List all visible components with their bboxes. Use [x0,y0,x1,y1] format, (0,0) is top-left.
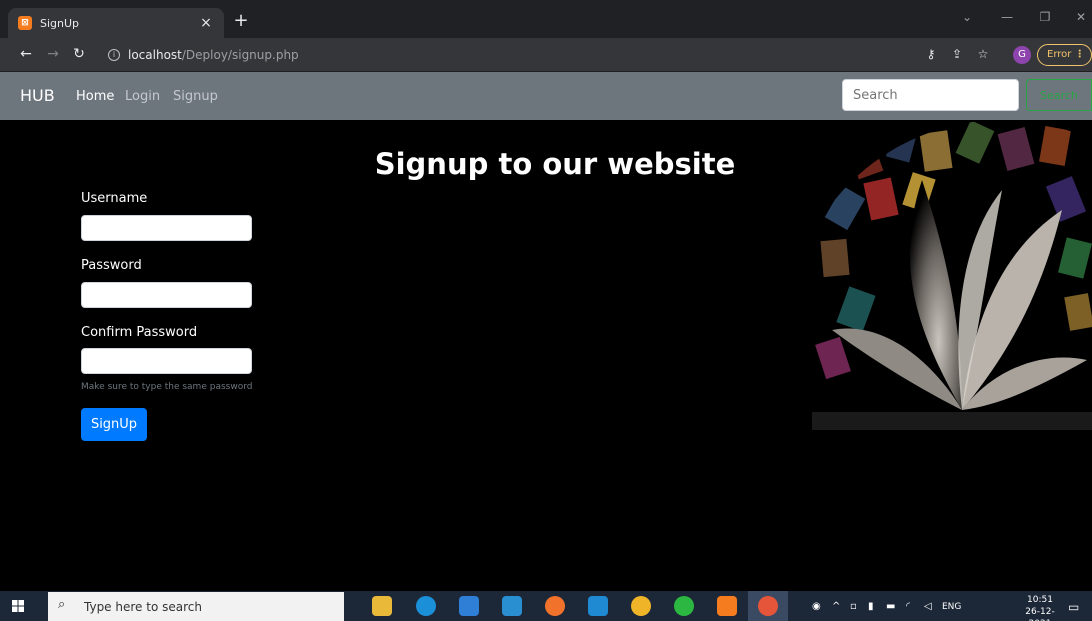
chrome-menu-icon: ⋮ [1074,49,1085,60]
minimize-icon[interactable]: — [998,10,1016,24]
confirm-password-label: Confirm Password [81,325,198,340]
brand-logo[interactable]: HUB [20,86,55,106]
volume-tray-icon[interactable]: ◁ [924,600,932,614]
taskbar-clock[interactable]: 10:51 26-12-2021 [1018,594,1062,621]
whatsapp-icon[interactable] [674,596,694,616]
taskbar-search-placeholder: Type here to search [84,600,202,614]
language-indicator[interactable]: ENG [942,600,961,614]
password-input[interactable] [81,282,252,308]
back-icon[interactable]: ← [18,46,34,62]
reload-icon[interactable]: ↻ [71,46,87,62]
url-host: localhost [128,48,182,62]
browser-toolbar: ← → ↻ i localhost/Deploy/signup.php ⚷ ⇪ … [0,38,1092,72]
vscode-icon[interactable] [588,596,608,616]
browser-tabstrip: ⊠ SignUp × + ⌄ — ❐ ✕ [0,0,1092,38]
restore-icon[interactable]: ❐ [1036,10,1054,24]
clock-time: 10:51 [1027,595,1053,605]
onedrive-tray-icon[interactable]: ▫ [850,600,857,614]
username-input[interactable] [81,215,252,241]
search-input[interactable] [842,79,1019,111]
xampp-favicon-icon: ⊠ [18,16,32,30]
signup-button[interactable]: SignUp [81,408,147,441]
new-tab-icon[interactable]: + [232,12,250,30]
wifi-tray-icon[interactable]: ◜ [906,600,910,614]
site-info-icon[interactable]: i [108,49,120,61]
password-label: Password [81,258,142,273]
tab-close-icon[interactable]: × [198,16,214,30]
show-hidden-icons-icon[interactable]: ^ [832,600,840,614]
nav-link-login[interactable]: Login [125,88,160,106]
mail-icon[interactable] [502,596,522,616]
edge-icon[interactable] [416,596,436,616]
microsoft-store-icon[interactable] [459,596,479,616]
password-help-text: Make sure to type the same password [81,382,253,392]
username-label: Username [81,191,148,206]
key-icon[interactable]: ⚷ [924,47,938,61]
confirm-password-input[interactable] [81,348,252,374]
chrome-active-icon[interactable] [758,596,778,616]
forward-icon[interactable]: → [45,46,61,62]
battery-tray-icon[interactable]: ▬ [886,600,895,614]
profile-avatar[interactable]: G [1013,46,1031,64]
firefox-icon[interactable] [545,596,565,616]
notifications-icon[interactable]: ▭ [1068,600,1079,614]
help-tray-icon[interactable]: ◉ [812,600,821,614]
file-explorer-icon[interactable] [372,596,392,616]
open-book-collage-image [812,120,1092,430]
url-path: /Deploy/signup.php [181,48,299,62]
xampp-icon[interactable] [717,596,737,616]
nav-link-home[interactable]: Home [76,88,114,106]
browser-tab-signup[interactable]: ⊠ SignUp × [8,8,224,38]
search-magnifier-icon: ⌕ [58,597,66,612]
share-icon[interactable]: ⇪ [950,47,964,61]
tab-search-chevron-icon[interactable]: ⌄ [958,10,976,24]
windows-start-icon[interactable] [12,600,24,612]
tab-title: SignUp [40,16,80,30]
chrome-icon[interactable] [631,596,651,616]
search-button[interactable]: Search [1026,79,1092,111]
nav-link-signup[interactable]: Signup [173,88,218,106]
error-button[interactable]: Error ⋮ [1037,44,1092,66]
address-bar[interactable]: i localhost/Deploy/signup.php [98,42,698,68]
mic-tray-icon[interactable]: ▮ [868,600,874,614]
bookmark-star-icon[interactable]: ☆ [976,47,990,61]
error-label: Error [1047,49,1072,60]
clock-date: 26-12-2021 [1025,607,1055,621]
close-window-icon[interactable]: ✕ [1072,10,1090,24]
